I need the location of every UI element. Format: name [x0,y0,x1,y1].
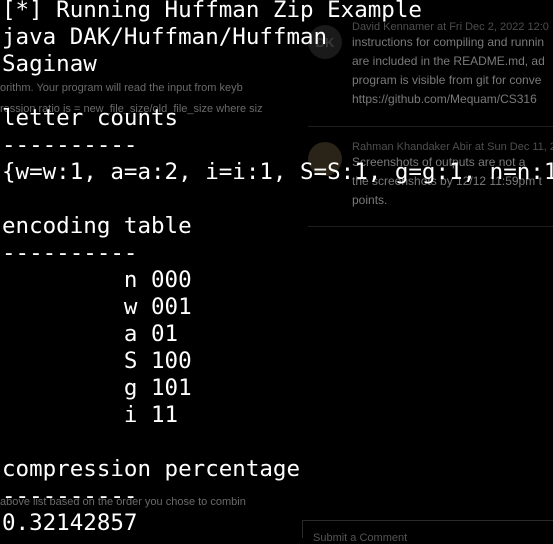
terminal-line: ---------- [2,483,138,509]
terminal-output: [*] Running Huffman Zip Example java DAK… [0,0,553,538]
terminal-line: a 01 [2,321,179,347]
terminal-line: g 101 [2,375,192,401]
terminal-line: encoding table [2,213,192,239]
terminal-line: w 001 [2,294,192,320]
terminal-line: compression percentage [2,456,301,482]
terminal-line: Saginaw [2,51,97,77]
terminal-line: 0.32142857 [2,510,138,536]
terminal-line: [*] Running Huffman Zip Example [2,0,422,23]
terminal-line: ---------- [2,132,138,158]
terminal-line: {w=w:1, a=a:2, i=i:1, S=S:1, g=g:1, n=n:… [2,159,553,185]
terminal-line: n 000 [2,267,192,293]
terminal-line: letter counts [2,105,179,131]
terminal-line: S 100 [2,348,192,374]
terminal-line: i 11 [2,402,179,428]
terminal-line: java DAK/Huffman/Huffman [2,24,328,50]
terminal-line: ---------- [2,240,138,266]
